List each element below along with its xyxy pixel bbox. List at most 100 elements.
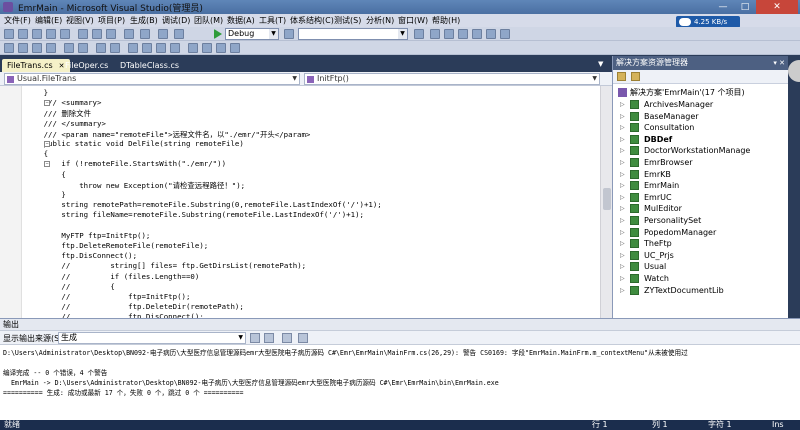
scrollbar-thumb[interactable] <box>603 188 611 210</box>
expand-icon[interactable]: ▷ <box>620 238 625 249</box>
pin-icon[interactable]: ▾ ✕ <box>773 56 785 70</box>
solution-configuration-select[interactable]: Debug ▼ <box>225 28 279 40</box>
size-icon[interactable] <box>216 43 226 53</box>
add-item-icon[interactable] <box>18 29 28 39</box>
decrease-indent-icon[interactable] <box>64 43 74 53</box>
menu-architecture[interactable]: 体系结构(C) <box>290 15 334 26</box>
save-all-icon[interactable] <box>60 29 70 39</box>
output-source-select[interactable]: 生成 ▼ <box>58 332 246 344</box>
member-list-icon[interactable] <box>4 43 14 53</box>
menu-edit[interactable]: 编辑(E) <box>35 15 62 26</box>
menu-file[interactable]: 文件(F) <box>4 15 31 26</box>
next-bookmark-icon[interactable] <box>156 43 166 53</box>
menu-project[interactable]: 项目(P) <box>98 15 125 26</box>
collapse-icon[interactable]: − <box>44 141 50 147</box>
menu-analyze[interactable]: 分析(N) <box>366 15 394 26</box>
expand-icon[interactable]: ▷ <box>620 145 625 156</box>
title-bar: EmrMain - Microsoft Visual Studio(管理员) —… <box>0 0 800 14</box>
parameter-info-icon[interactable] <box>18 43 28 53</box>
open-file-icon[interactable] <box>32 29 42 39</box>
code-line: { <box>8 149 49 159</box>
maximize-button[interactable]: □ <box>734 0 756 14</box>
word-wrap-icon[interactable] <box>298 333 308 343</box>
undo-icon[interactable] <box>124 29 134 39</box>
expand-icon[interactable]: ▷ <box>620 203 625 214</box>
minimize-button[interactable]: — <box>712 0 734 14</box>
solution-explorer-icon[interactable] <box>430 29 440 39</box>
properties-icon[interactable] <box>617 72 626 81</box>
increase-indent-icon[interactable] <box>78 43 88 53</box>
editor-vertical-scrollbar[interactable] <box>600 86 612 318</box>
uncomment-icon[interactable] <box>110 43 120 53</box>
paste-icon[interactable] <box>106 29 116 39</box>
csharp-project-icon <box>630 158 639 167</box>
object-browser-icon[interactable] <box>458 29 468 39</box>
align-icon[interactable] <box>202 43 212 53</box>
menu-test[interactable]: 测试(S) <box>334 15 361 26</box>
expand-icon[interactable]: ▷ <box>620 122 625 133</box>
expand-icon[interactable]: ▷ <box>620 180 625 191</box>
expand-icon[interactable]: ▷ <box>620 157 625 168</box>
menu-debug[interactable]: 调试(D) <box>162 15 190 26</box>
clear-all-icon[interactable] <box>282 333 292 343</box>
find-icon[interactable] <box>414 29 424 39</box>
comment-out-icon[interactable] <box>96 43 106 53</box>
expand-icon[interactable]: ▷ <box>620 111 625 122</box>
menu-build[interactable]: 生成(B) <box>130 15 158 26</box>
toggle-bookmark-icon[interactable] <box>128 43 138 53</box>
form-layout-icon[interactable] <box>188 43 198 53</box>
quick-info-icon[interactable] <box>32 43 42 53</box>
toolbox-icon[interactable] <box>472 29 482 39</box>
collapse-icon[interactable]: − <box>44 161 50 168</box>
menu-team[interactable]: 团队(M) <box>194 15 223 26</box>
start-page-icon[interactable] <box>486 29 496 39</box>
expand-icon[interactable]: ▷ <box>620 261 625 272</box>
status-char: 字符 1 <box>708 420 732 429</box>
expand-icon[interactable]: ▷ <box>620 134 625 145</box>
collapse-icon[interactable]: − <box>44 100 50 107</box>
code-editor[interactable]: } /// <summary> − /// 删除文件 /// </summary>… <box>0 86 600 318</box>
navigate-back-icon[interactable] <box>158 29 168 39</box>
chevron-down-icon: ▼ <box>238 334 243 341</box>
expand-icon[interactable]: ▷ <box>620 192 625 203</box>
new-project-icon[interactable] <box>4 29 14 39</box>
properties-icon[interactable] <box>444 29 454 39</box>
expand-icon[interactable]: ▷ <box>620 250 625 261</box>
code-line: throw new Exception("请检查远程路径！"); <box>8 180 246 190</box>
redo-icon[interactable] <box>140 29 150 39</box>
expand-icon[interactable]: ▷ <box>620 169 625 180</box>
complete-word-icon[interactable] <box>46 43 56 53</box>
tab-fileoper[interactable]: FileOper.cs <box>60 59 113 72</box>
extension-manager-icon[interactable] <box>500 29 510 39</box>
clear-bookmarks-icon[interactable] <box>170 43 180 53</box>
navigate-forward-icon[interactable] <box>174 29 184 39</box>
expand-icon[interactable]: ▷ <box>620 215 625 226</box>
menu-view[interactable]: 视图(V) <box>66 15 94 26</box>
close-button[interactable]: ✕ <box>756 0 798 14</box>
expand-icon[interactable]: ▷ <box>620 99 625 110</box>
menu-help[interactable]: 帮助(H) <box>432 15 460 26</box>
find-message-icon[interactable] <box>250 333 260 343</box>
project-label: Consultation <box>644 123 695 133</box>
menu-tools[interactable]: 工具(T) <box>259 15 286 26</box>
previous-bookmark-icon[interactable] <box>142 43 152 53</box>
show-all-files-icon[interactable] <box>631 72 640 81</box>
next-message-icon[interactable] <box>264 333 274 343</box>
expand-icon[interactable]: ▷ <box>620 227 625 238</box>
start-debugging-icon[interactable] <box>214 29 222 39</box>
expand-icon[interactable]: ▷ <box>620 273 625 284</box>
menu-data[interactable]: 数据(A) <box>227 15 255 26</box>
type-selector[interactable]: Usual.FileTrans ▼ <box>4 73 300 85</box>
member-selector[interactable]: InitFtp() ▼ <box>304 73 600 85</box>
cut-icon[interactable] <box>78 29 88 39</box>
project-label: EmrMain <box>644 181 680 191</box>
spacing-icon[interactable] <box>230 43 240 53</box>
chevron-down-icon[interactable]: ▼ <box>598 60 603 68</box>
find-combo[interactable]: ▼ <box>298 28 408 40</box>
copy-icon[interactable] <box>92 29 102 39</box>
find-in-files-icon[interactable] <box>284 29 294 39</box>
tab-dtableclass[interactable]: DTableClass.cs <box>115 59 184 72</box>
menu-window[interactable]: 窗口(W) <box>398 15 428 26</box>
expand-icon[interactable]: ▷ <box>620 285 625 296</box>
save-icon[interactable] <box>46 29 56 39</box>
